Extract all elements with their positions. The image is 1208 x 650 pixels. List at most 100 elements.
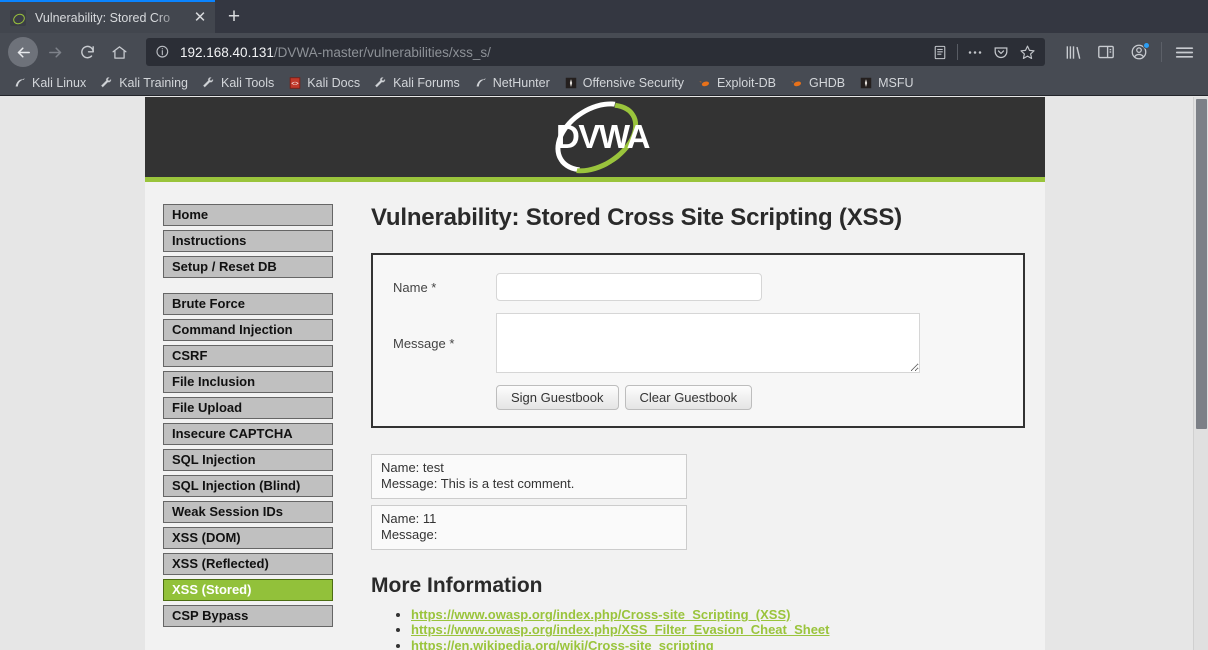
- close-icon[interactable]: ✕: [191, 9, 209, 27]
- dvwa-header: DVWA: [145, 97, 1045, 188]
- info-link[interactable]: https://en.wikipedia.org/wiki/Cross-site…: [411, 638, 714, 650]
- account-icon[interactable]: [1123, 37, 1155, 67]
- menu-icon[interactable]: [1168, 37, 1200, 67]
- sidebar-item-home[interactable]: Home: [163, 204, 333, 226]
- bookmark-exploit-db[interactable]: Exploit-DB: [691, 72, 783, 94]
- sidebar-item-insecure-captcha[interactable]: Insecure CAPTCHA: [163, 423, 333, 445]
- bookmark-kali-training[interactable]: Kali Training: [93, 72, 195, 94]
- entry-message: Message: This is a test comment.: [381, 476, 575, 491]
- offsec-icon: [564, 76, 578, 90]
- more-information-heading: More Information: [371, 574, 543, 597]
- page-scrollbar[interactable]: [1193, 97, 1208, 650]
- sidebar-item-xss-dom[interactable]: XSS (DOM): [163, 527, 333, 549]
- sidebar-item-csrf[interactable]: CSRF: [163, 345, 333, 367]
- bookmark-ghdb[interactable]: GHDB: [783, 72, 852, 94]
- browser-window: Vulnerability: Stored Cro ✕ + 192.168.40…: [0, 0, 1208, 650]
- info-link[interactable]: https://www.owasp.org/index.php/Cross-si…: [411, 607, 790, 622]
- scrollbar-thumb[interactable]: [1196, 99, 1207, 429]
- sidebar-item-sql-injection-blind[interactable]: SQL Injection (Blind): [163, 475, 333, 497]
- sidebar-icon[interactable]: [1090, 37, 1122, 67]
- sidebar-item-setup-reset-db[interactable]: Setup / Reset DB: [163, 256, 333, 278]
- list-item: https://en.wikipedia.org/wiki/Cross-site…: [411, 638, 1025, 650]
- sidebar-group-main: Home Instructions Setup / Reset DB: [163, 204, 333, 278]
- message-textarea[interactable]: [496, 313, 920, 373]
- library-icon[interactable]: [1057, 37, 1089, 67]
- toolbar-right: [1053, 37, 1200, 67]
- sidebar-item-xss-stored[interactable]: XSS (Stored): [163, 579, 333, 601]
- sidebar-item-file-inclusion[interactable]: File Inclusion: [163, 371, 333, 393]
- sidebar-item-xss-reflected[interactable]: XSS (Reflected): [163, 553, 333, 575]
- exploit-db-icon: [698, 76, 712, 90]
- home-button[interactable]: [104, 37, 134, 67]
- list-item: https://www.owasp.org/index.php/Cross-si…: [411, 607, 1025, 622]
- reader-view-icon[interactable]: [928, 40, 952, 64]
- tab-title: Vulnerability: Stored Cro: [35, 10, 171, 25]
- sidebar-item-instructions[interactable]: Instructions: [163, 230, 333, 252]
- back-button[interactable]: [8, 37, 38, 67]
- forward-button[interactable]: [40, 37, 70, 67]
- list-item: https://www.owasp.org/index.php/XSS_Filt…: [411, 622, 1025, 637]
- sidebar-item-csp-bypass[interactable]: CSP Bypass: [163, 605, 333, 627]
- main-content: Vulnerability: Stored Cross Site Scripti…: [333, 204, 1047, 650]
- entry-name: Name: 11: [381, 511, 437, 526]
- wrench-icon: [374, 76, 388, 90]
- bookmark-label: Kali Forums: [393, 76, 460, 90]
- bookmark-msfu[interactable]: MSFU: [852, 72, 920, 94]
- url-bar[interactable]: 192.168.40.131/DVWA-master/vulnerabiliti…: [146, 38, 1045, 66]
- sidebar-item-brute-force[interactable]: Brute Force: [163, 293, 333, 315]
- sidebar-item-file-upload[interactable]: File Upload: [163, 397, 333, 419]
- page-title: Vulnerability: Stored Cross Site Scripti…: [371, 204, 902, 231]
- clear-guestbook-button[interactable]: Clear Guestbook: [624, 385, 753, 410]
- wrench-icon: [100, 76, 114, 90]
- bookmark-label: Kali Docs: [307, 76, 361, 90]
- guestbook-form-box: Name * Message * Sign Guestbook Clear Gu…: [371, 253, 1025, 428]
- sign-guestbook-button[interactable]: Sign Guestbook: [496, 385, 619, 410]
- bookmark-star-icon[interactable]: [1015, 40, 1039, 64]
- account-notification-dot: [1143, 42, 1150, 49]
- bookmark-label: Exploit-DB: [716, 76, 776, 90]
- name-input[interactable]: [496, 273, 762, 301]
- bookmarks-bar: Kali Linux Kali Training Kali Tools <> K…: [0, 71, 1208, 96]
- bookmark-label: Kali Training: [119, 76, 188, 90]
- sidebar-menu: Home Instructions Setup / Reset DB Brute…: [145, 204, 333, 650]
- guestbook-entries: Name: test Message: This is a test comme…: [371, 454, 1025, 550]
- dvwa-body: Home Instructions Setup / Reset DB Brute…: [145, 182, 1045, 650]
- red-book-icon: <>: [288, 76, 302, 90]
- bookmark-kali-linux[interactable]: Kali Linux: [6, 72, 93, 94]
- kali-dragon-icon: [13, 76, 27, 90]
- new-tab-button[interactable]: +: [215, 0, 253, 33]
- url-path: /DVWA-master/vulnerabilities/xss_s/: [273, 44, 491, 60]
- page-viewport: DVWA Home Instructions Setup / Reset DB …: [0, 97, 1208, 650]
- url-host: 192.168.40.131: [180, 44, 274, 60]
- tab-strip: Vulnerability: Stored Cro ✕ +: [0, 0, 1208, 33]
- more-information-links: https://www.owasp.org/index.php/Cross-si…: [371, 607, 1025, 650]
- pocket-icon[interactable]: [989, 40, 1013, 64]
- sidebar-item-command-injection[interactable]: Command Injection: [163, 319, 333, 341]
- bookmark-label: GHDB: [809, 76, 846, 90]
- sidebar-item-sql-injection[interactable]: SQL Injection: [163, 449, 333, 471]
- bookmark-kali-forums[interactable]: Kali Forums: [367, 72, 467, 94]
- bookmark-offensive-security[interactable]: Offensive Security: [557, 72, 691, 94]
- bookmark-kali-docs[interactable]: <> Kali Docs: [281, 72, 367, 94]
- offsec-icon: [859, 76, 873, 90]
- url-actions: [928, 40, 1039, 64]
- kali-dragon-icon: [474, 76, 488, 90]
- page-actions-icon[interactable]: [963, 40, 987, 64]
- reload-button[interactable]: [72, 37, 102, 67]
- tab-active[interactable]: Vulnerability: Stored Cro ✕: [0, 0, 215, 33]
- bookmark-nethunter[interactable]: NetHunter: [467, 72, 557, 94]
- site-info-icon[interactable]: [155, 43, 173, 61]
- dvwa-logo-icon: DVWA: [500, 97, 690, 188]
- navigation-toolbar: 192.168.40.131/DVWA-master/vulnerabiliti…: [0, 33, 1208, 71]
- wrench-icon: [202, 76, 216, 90]
- bookmark-label: Kali Tools: [221, 76, 275, 90]
- url-text[interactable]: 192.168.40.131/DVWA-master/vulnerabiliti…: [180, 45, 928, 60]
- sidebar-item-weak-session-ids[interactable]: Weak Session IDs: [163, 501, 333, 523]
- bookmark-label: MSFU: [878, 76, 914, 90]
- entry-message: Message:: [381, 527, 438, 542]
- divider: [957, 44, 958, 60]
- info-link[interactable]: https://www.owasp.org/index.php/XSS_Filt…: [411, 622, 830, 637]
- form-buttons: Sign Guestbook Clear Guestbook: [496, 385, 1003, 410]
- bookmark-kali-tools[interactable]: Kali Tools: [195, 72, 281, 94]
